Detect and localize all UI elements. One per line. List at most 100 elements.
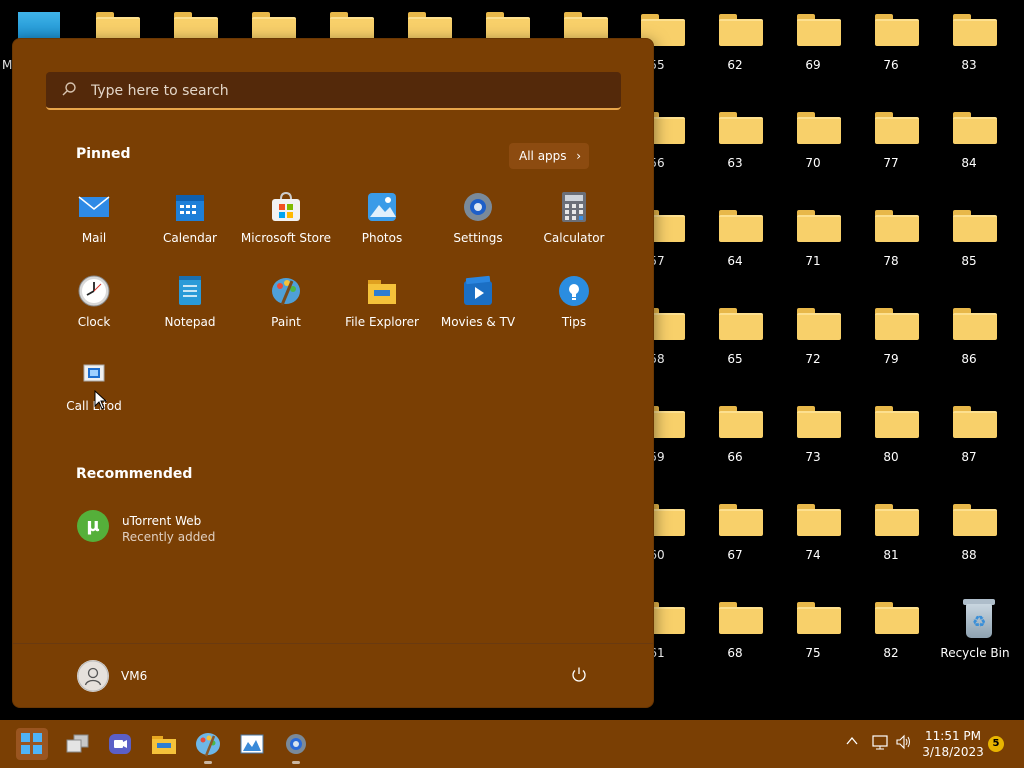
folder-label: 87 [961, 450, 977, 464]
pinned-app-mail[interactable]: Mail [46, 191, 142, 271]
start-menu: Pinned All apps › MailCalendarMicrosoft … [12, 38, 654, 708]
taskbar-file-explorer[interactable] [148, 728, 180, 760]
folder-icon [797, 602, 841, 634]
calendar-icon [174, 191, 206, 223]
folder-label: 77 [883, 156, 899, 170]
desktop-folder[interactable]: 71 [778, 208, 848, 298]
folder-icon [719, 14, 763, 46]
folder-label: 73 [805, 450, 821, 464]
search-icon [61, 81, 79, 99]
folder-icon [797, 14, 841, 46]
desktop-folder[interactable]: 81 [856, 502, 926, 592]
desktop-folder[interactable]: 66 [700, 404, 770, 494]
tips-icon [558, 275, 590, 307]
desktop-folder[interactable]: 70 [778, 110, 848, 200]
desktop-folder[interactable]: 73 [778, 404, 848, 494]
taskbar-clock[interactable]: 11:51 PM 3/18/2023 [918, 728, 988, 760]
desktop-folder[interactable]: 68 [700, 600, 770, 690]
recycle-bin[interactable]: ♻ Recycle Bin [940, 598, 1010, 688]
desktop-folder[interactable]: 67 [700, 502, 770, 592]
desktop-folder[interactable]: 80 [856, 404, 926, 494]
pinned-app-microsoft-store[interactable]: Microsoft Store [238, 191, 334, 271]
desktop-folder[interactable]: 85 [934, 208, 1004, 298]
folder-icon [797, 210, 841, 242]
desktop-folder[interactable]: 63 [700, 110, 770, 200]
teams-icon [104, 734, 136, 764]
desktop-folder[interactable]: 76 [856, 12, 926, 102]
folder-label: 79 [883, 352, 899, 366]
pinned-app-settings[interactable]: Settings [430, 191, 526, 271]
desktop-folder[interactable]: 86 [934, 306, 1004, 396]
desktop-icon-partial[interactable] [18, 12, 60, 40]
taskbar-settings[interactable] [280, 728, 312, 764]
volume-icon[interactable] [894, 734, 914, 754]
folder-label: 81 [883, 548, 899, 562]
all-apps-label: All apps [519, 149, 567, 163]
search-input[interactable] [89, 78, 593, 104]
desktop-folder[interactable]: 88 [934, 502, 1004, 592]
pinned-app-clock[interactable]: Clock [46, 275, 142, 355]
start-button[interactable] [16, 728, 48, 760]
pinned-app-photos[interactable]: Photos [334, 191, 430, 271]
folder-label: 65 [727, 352, 743, 366]
recommended-item-subtitle: Recently added [122, 530, 216, 544]
pinned-app-calendar[interactable]: Calendar [142, 191, 238, 271]
folder-icon [719, 308, 763, 340]
running-indicator [292, 761, 300, 764]
notification-badge[interactable]: 5 [988, 736, 1004, 752]
notepad-icon [174, 275, 206, 307]
all-apps-button[interactable]: All apps › [509, 143, 589, 169]
folder-label: 69 [805, 58, 821, 72]
folder-label: 66 [727, 450, 743, 464]
utorrent-icon: µ [77, 510, 109, 542]
folder-icon [875, 602, 919, 634]
folder-icon [953, 210, 997, 242]
clock-time: 11:51 PM [925, 729, 981, 743]
pinned-app-calculator[interactable]: Calculator [526, 191, 622, 271]
photo-viewer-icon [236, 734, 268, 764]
pinned-app-notepad[interactable]: Notepad [142, 275, 238, 355]
desktop-folder[interactable]: 69 [778, 12, 848, 102]
folder-icon [953, 14, 997, 46]
desktop-folder[interactable]: 84 [934, 110, 1004, 200]
pinned-title: Pinned [76, 146, 131, 162]
desktop-folder[interactable]: 62 [700, 12, 770, 102]
desktop-folder[interactable]: 72 [778, 306, 848, 396]
pinned-app-file-explorer[interactable]: File Explorer [334, 275, 430, 355]
taskbar-photo-viewer[interactable] [236, 728, 268, 760]
calculator-icon [558, 191, 590, 223]
folder-icon [953, 406, 997, 438]
pinned-app-paint[interactable]: Paint [238, 275, 334, 355]
desktop-folder[interactable]: 75 [778, 600, 848, 690]
running-indicator [204, 761, 212, 764]
folder-label: 85 [961, 254, 977, 268]
desktop-folder[interactable]: 74 [778, 502, 848, 592]
show-hidden-icons-button[interactable] [842, 734, 862, 754]
folder-icon [719, 602, 763, 634]
taskbar-teams[interactable] [104, 728, 136, 760]
taskbar-paint[interactable] [192, 728, 224, 764]
movies-tv-icon [462, 275, 494, 307]
desktop-folder[interactable]: 83 [934, 12, 1004, 102]
start-search-box[interactable] [46, 72, 621, 110]
desktop-folder[interactable]: 79 [856, 306, 926, 396]
folder-label: 71 [805, 254, 821, 268]
recommended-item[interactable]: µ uTorrent Web Recently added [77, 509, 277, 549]
folder-label: 78 [883, 254, 899, 268]
power-button[interactable] [569, 666, 589, 686]
desktop-folder[interactable]: 77 [856, 110, 926, 200]
taskbar-task-view[interactable] [62, 728, 94, 760]
folder-label: 62 [727, 58, 743, 72]
desktop-folder[interactable]: 87 [934, 404, 1004, 494]
folder-label: 84 [961, 156, 977, 170]
folder-label: 72 [805, 352, 821, 366]
pinned-app-tips[interactable]: Tips [526, 275, 622, 355]
file-explorer-icon [366, 275, 398, 307]
desktop-folder[interactable]: 65 [700, 306, 770, 396]
desktop-folder[interactable]: 78 [856, 208, 926, 298]
pinned-app-movies-tv[interactable]: Movies & TV [430, 275, 526, 355]
desktop-folder[interactable]: 64 [700, 208, 770, 298]
desktop-folder[interactable]: 82 [856, 600, 926, 690]
store-icon [270, 191, 302, 223]
network-icon[interactable] [870, 734, 890, 754]
